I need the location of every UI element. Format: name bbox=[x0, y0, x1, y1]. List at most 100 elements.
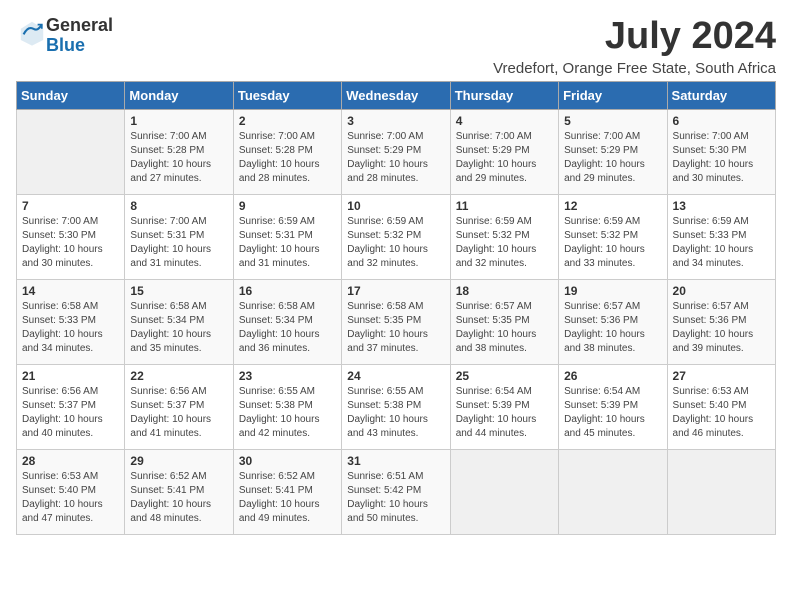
calendar-cell bbox=[667, 449, 775, 534]
title-block: July 2024 Vredefort, Orange Free State, … bbox=[493, 16, 776, 77]
weekday-header: Tuesday bbox=[233, 81, 341, 109]
calendar-cell: 3Sunrise: 7:00 AM Sunset: 5:29 PM Daylig… bbox=[342, 109, 450, 194]
day-number: 13 bbox=[673, 199, 770, 213]
day-detail: Sunrise: 6:59 AM Sunset: 5:32 PM Dayligh… bbox=[347, 215, 444, 271]
day-detail: Sunrise: 6:56 AM Sunset: 5:37 PM Dayligh… bbox=[22, 385, 119, 441]
calendar-week-row: 7 Sunrise: 7:00 AM Sunset: 5:30 PM Daylig… bbox=[17, 194, 776, 279]
day-number: 20 bbox=[673, 284, 770, 298]
day-detail: Sunrise: 7:00 AM Sunset: 5:30 PM Dayligh… bbox=[673, 130, 770, 186]
weekday-header: Thursday bbox=[450, 81, 558, 109]
day-number: 16 bbox=[239, 284, 336, 298]
day-number: 29 bbox=[130, 454, 227, 468]
calendar-cell: 8 Sunrise: 7:00 AM Sunset: 5:31 PM Daylig… bbox=[125, 194, 233, 279]
calendar-cell bbox=[559, 449, 667, 534]
day-number: 2 bbox=[239, 114, 336, 128]
day-detail: Sunrise: 6:52 AM Sunset: 5:41 PM Dayligh… bbox=[239, 470, 336, 526]
day-number: 4 bbox=[456, 114, 553, 128]
calendar-cell: 27 Sunrise: 6:53 AM Sunset: 5:40 PM Dayli… bbox=[667, 364, 775, 449]
day-number: 10 bbox=[347, 199, 444, 213]
calendar-cell: 25Sunrise: 6:54 AM Sunset: 5:39 PM Dayli… bbox=[450, 364, 558, 449]
day-detail: Sunrise: 6:53 AM Sunset: 5:40 PM Dayligh… bbox=[22, 470, 119, 526]
calendar-week-row: 14 Sunrise: 6:58 AM Sunset: 5:33 PM Dayli… bbox=[17, 279, 776, 364]
calendar-cell: 20 Sunrise: 6:57 AM Sunset: 5:36 PM Dayli… bbox=[667, 279, 775, 364]
page-header: GeneralBlue July 2024 Vredefort, Orange … bbox=[16, 16, 776, 77]
day-number: 3 bbox=[347, 114, 444, 128]
calendar-cell: 28Sunrise: 6:53 AM Sunset: 5:40 PM Dayli… bbox=[17, 449, 125, 534]
calendar-cell: 18 Sunrise: 6:57 AM Sunset: 5:35 PM Dayli… bbox=[450, 279, 558, 364]
day-detail: Sunrise: 6:57 AM Sunset: 5:35 PM Dayligh… bbox=[456, 300, 553, 356]
day-detail: Sunrise: 6:58 AM Sunset: 5:34 PM Dayligh… bbox=[239, 300, 336, 356]
day-number: 31 bbox=[347, 454, 444, 468]
day-number: 27 bbox=[673, 369, 770, 383]
calendar-cell: 6 Sunrise: 7:00 AM Sunset: 5:30 PM Daylig… bbox=[667, 109, 775, 194]
calendar-cell: 24 Sunrise: 6:55 AM Sunset: 5:38 PM Dayli… bbox=[342, 364, 450, 449]
day-detail: Sunrise: 6:58 AM Sunset: 5:35 PM Dayligh… bbox=[347, 300, 444, 356]
calendar-cell: 4 Sunrise: 7:00 AM Sunset: 5:29 PM Daylig… bbox=[450, 109, 558, 194]
day-detail: Sunrise: 6:59 AM Sunset: 5:32 PM Dayligh… bbox=[456, 215, 553, 271]
day-detail: Sunrise: 7:00 AM Sunset: 5:28 PM Dayligh… bbox=[130, 130, 227, 186]
day-number: 14 bbox=[22, 284, 119, 298]
weekday-header: Sunday bbox=[17, 81, 125, 109]
calendar-cell: 10 Sunrise: 6:59 AM Sunset: 5:32 PM Dayli… bbox=[342, 194, 450, 279]
day-number: 23 bbox=[239, 369, 336, 383]
calendar-week-row: 21 Sunrise: 6:56 AM Sunset: 5:37 PM Dayli… bbox=[17, 364, 776, 449]
weekday-header: Wednesday bbox=[342, 81, 450, 109]
weekday-header: Monday bbox=[125, 81, 233, 109]
calendar-cell: 22Sunrise: 6:56 AM Sunset: 5:37 PM Dayli… bbox=[125, 364, 233, 449]
day-detail: Sunrise: 6:58 AM Sunset: 5:33 PM Dayligh… bbox=[22, 300, 119, 356]
day-number: 5 bbox=[564, 114, 661, 128]
day-number: 12 bbox=[564, 199, 661, 213]
day-number: 24 bbox=[347, 369, 444, 383]
calendar-cell: 15 Sunrise: 6:58 AM Sunset: 5:34 PM Dayli… bbox=[125, 279, 233, 364]
day-number: 11 bbox=[456, 199, 553, 213]
day-detail: Sunrise: 6:59 AM Sunset: 5:33 PM Dayligh… bbox=[673, 215, 770, 271]
calendar-cell: 2Sunrise: 7:00 AM Sunset: 5:28 PM Daylig… bbox=[233, 109, 341, 194]
day-detail: Sunrise: 6:57 AM Sunset: 5:36 PM Dayligh… bbox=[673, 300, 770, 356]
day-number: 6 bbox=[673, 114, 770, 128]
day-detail: Sunrise: 7:00 AM Sunset: 5:29 PM Dayligh… bbox=[564, 130, 661, 186]
day-detail: Sunrise: 6:53 AM Sunset: 5:40 PM Dayligh… bbox=[673, 385, 770, 441]
logo-text: GeneralBlue bbox=[46, 16, 113, 56]
calendar-cell: 21 Sunrise: 6:56 AM Sunset: 5:37 PM Dayli… bbox=[17, 364, 125, 449]
day-detail: Sunrise: 6:59 AM Sunset: 5:31 PM Dayligh… bbox=[239, 215, 336, 271]
day-number: 21 bbox=[22, 369, 119, 383]
day-number: 30 bbox=[239, 454, 336, 468]
day-detail: Sunrise: 7:00 AM Sunset: 5:30 PM Dayligh… bbox=[22, 215, 119, 271]
calendar-week-row: 28Sunrise: 6:53 AM Sunset: 5:40 PM Dayli… bbox=[17, 449, 776, 534]
calendar-cell: 29 Sunrise: 6:52 AM Sunset: 5:41 PM Dayli… bbox=[125, 449, 233, 534]
calendar-cell: 31 Sunrise: 6:51 AM Sunset: 5:42 PM Dayli… bbox=[342, 449, 450, 534]
day-detail: Sunrise: 7:00 AM Sunset: 5:31 PM Dayligh… bbox=[130, 215, 227, 271]
calendar-cell: 12Sunrise: 6:59 AM Sunset: 5:32 PM Dayli… bbox=[559, 194, 667, 279]
calendar-cell bbox=[17, 109, 125, 194]
day-detail: Sunrise: 6:52 AM Sunset: 5:41 PM Dayligh… bbox=[130, 470, 227, 526]
weekday-header: Friday bbox=[559, 81, 667, 109]
day-number: 1 bbox=[130, 114, 227, 128]
weekday-header-row: SundayMondayTuesdayWednesdayThursdayFrid… bbox=[17, 81, 776, 109]
calendar-week-row: 1 Sunrise: 7:00 AM Sunset: 5:28 PM Daylig… bbox=[17, 109, 776, 194]
calendar-cell: 16 Sunrise: 6:58 AM Sunset: 5:34 PM Dayli… bbox=[233, 279, 341, 364]
day-number: 17 bbox=[347, 284, 444, 298]
day-detail: Sunrise: 7:00 AM Sunset: 5:29 PM Dayligh… bbox=[456, 130, 553, 186]
day-number: 18 bbox=[456, 284, 553, 298]
calendar-cell: 9Sunrise: 6:59 AM Sunset: 5:31 PM Daylig… bbox=[233, 194, 341, 279]
day-detail: Sunrise: 6:54 AM Sunset: 5:39 PM Dayligh… bbox=[456, 385, 553, 441]
calendar-cell: 30 Sunrise: 6:52 AM Sunset: 5:41 PM Dayli… bbox=[233, 449, 341, 534]
day-detail: Sunrise: 6:55 AM Sunset: 5:38 PM Dayligh… bbox=[239, 385, 336, 441]
day-detail: Sunrise: 6:51 AM Sunset: 5:42 PM Dayligh… bbox=[347, 470, 444, 526]
day-detail: Sunrise: 6:55 AM Sunset: 5:38 PM Dayligh… bbox=[347, 385, 444, 441]
weekday-header: Saturday bbox=[667, 81, 775, 109]
calendar-table: SundayMondayTuesdayWednesdayThursdayFrid… bbox=[16, 81, 776, 535]
month-title: July 2024 bbox=[493, 16, 776, 58]
calendar-cell: 1 Sunrise: 7:00 AM Sunset: 5:28 PM Daylig… bbox=[125, 109, 233, 194]
day-number: 7 bbox=[22, 199, 119, 213]
day-detail: Sunrise: 6:58 AM Sunset: 5:34 PM Dayligh… bbox=[130, 300, 227, 356]
day-number: 19 bbox=[564, 284, 661, 298]
calendar-cell: 26Sunrise: 6:54 AM Sunset: 5:39 PM Dayli… bbox=[559, 364, 667, 449]
day-number: 8 bbox=[130, 199, 227, 213]
day-number: 15 bbox=[130, 284, 227, 298]
calendar-cell: 5 Sunrise: 7:00 AM Sunset: 5:29 PM Daylig… bbox=[559, 109, 667, 194]
calendar-cell bbox=[450, 449, 558, 534]
calendar-cell: 23 Sunrise: 6:55 AM Sunset: 5:38 PM Dayli… bbox=[233, 364, 341, 449]
calendar-cell: 7 Sunrise: 7:00 AM Sunset: 5:30 PM Daylig… bbox=[17, 194, 125, 279]
calendar-cell: 13 Sunrise: 6:59 AM Sunset: 5:33 PM Dayli… bbox=[667, 194, 775, 279]
